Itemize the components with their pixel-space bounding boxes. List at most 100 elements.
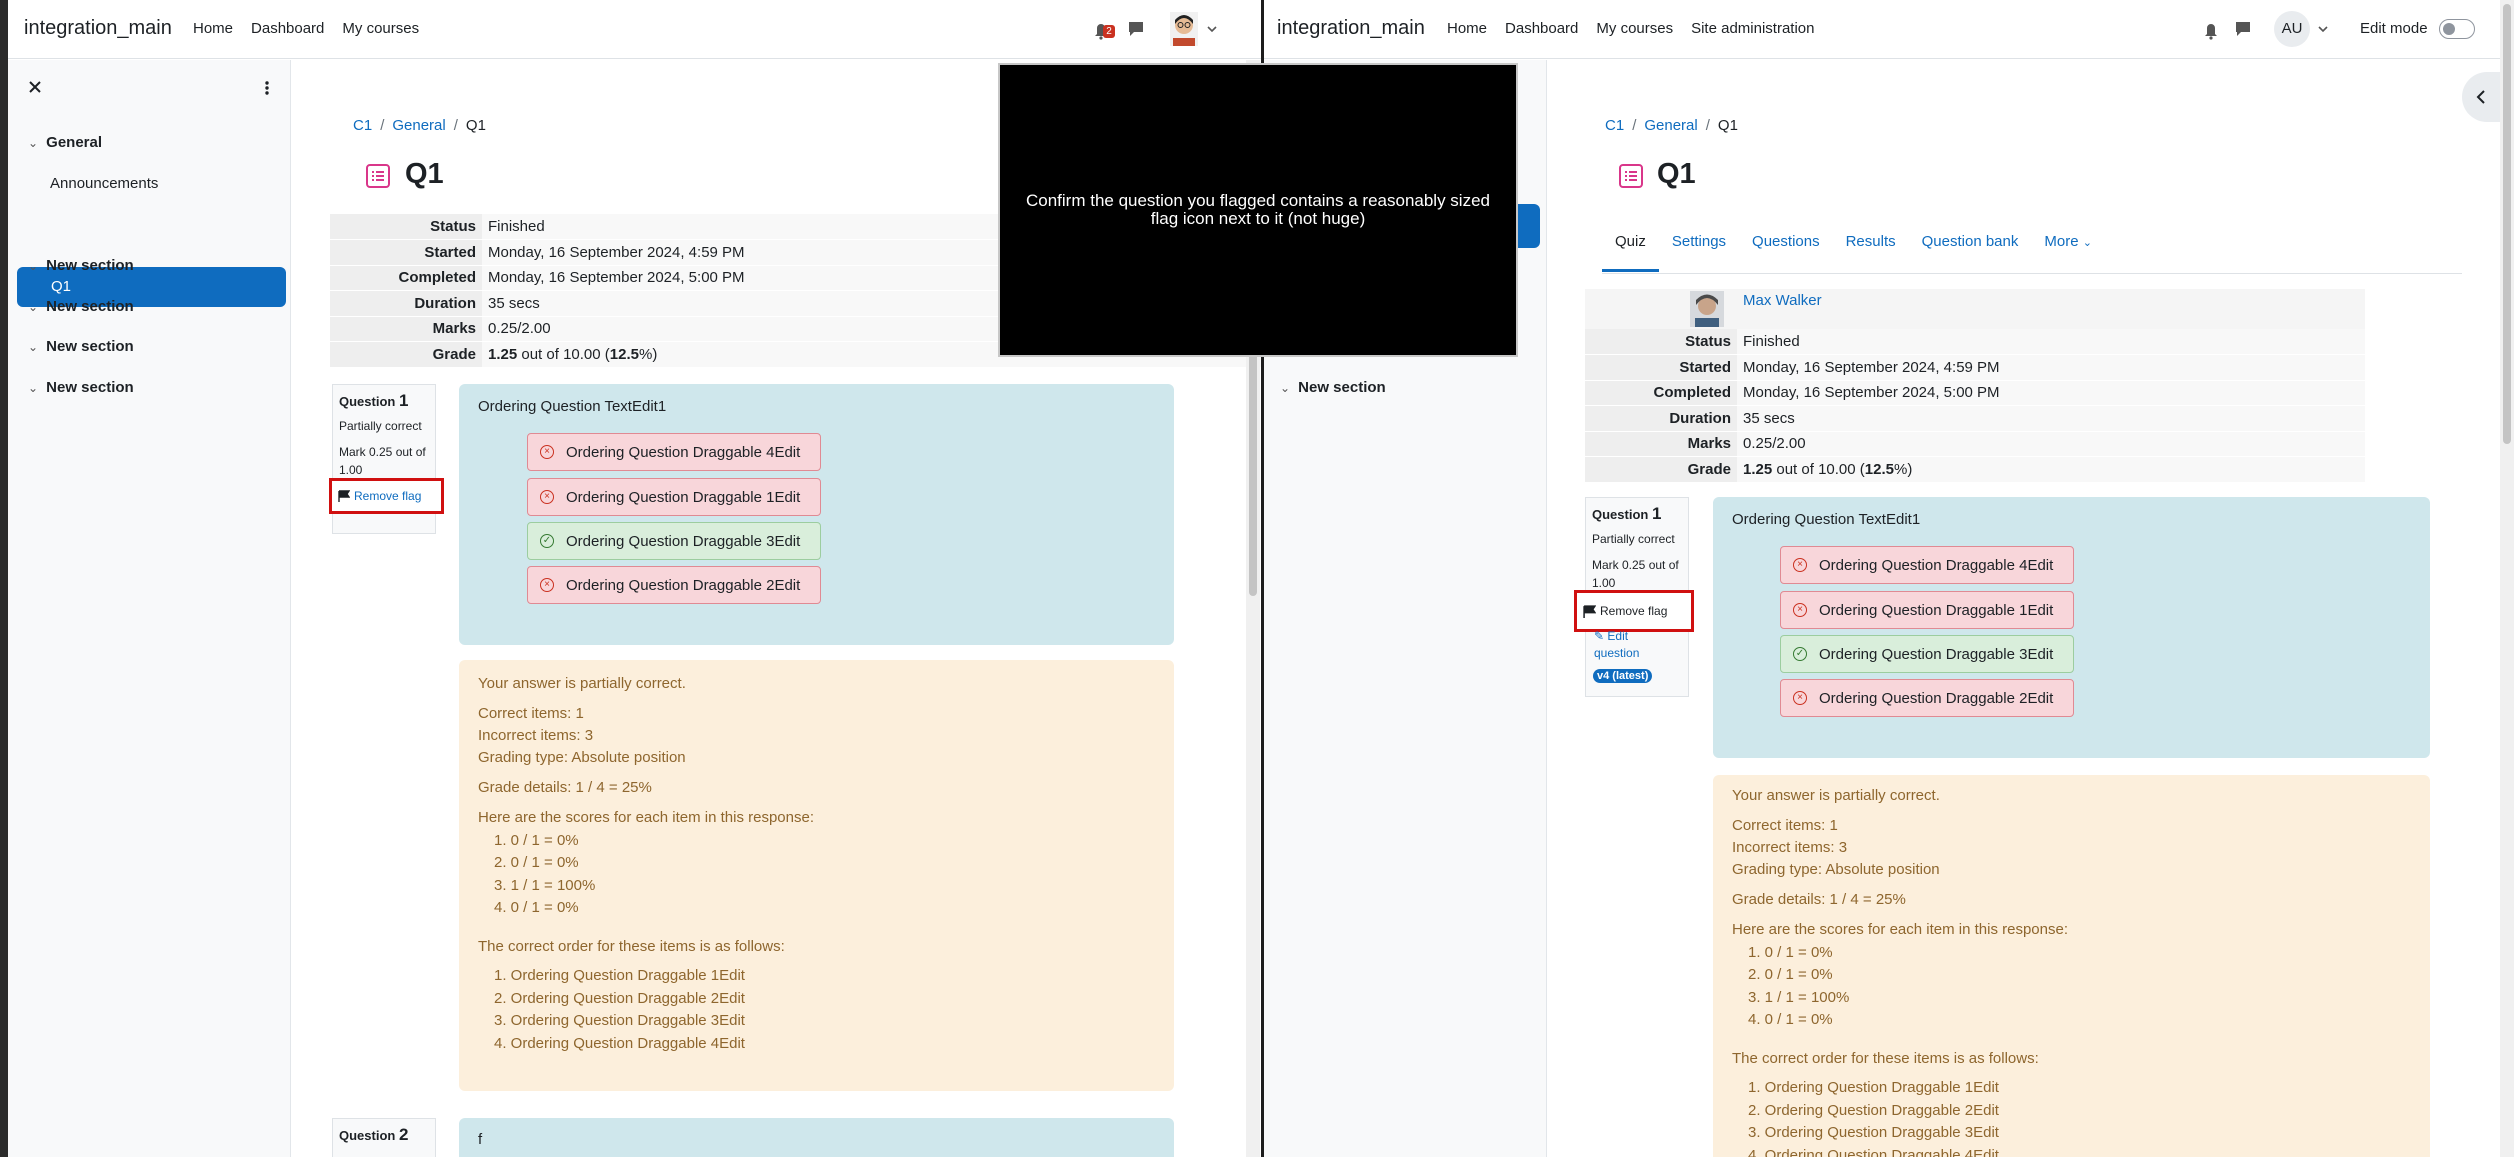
- right-scrollbar-thumb[interactable]: [2503, 4, 2511, 444]
- quiz-secondary-nav: Quiz Settings Questions Results Question…: [1602, 214, 2105, 272]
- flag-icon: [1583, 604, 1596, 618]
- page-title: Q1: [1657, 158, 1696, 190]
- breadcrumb: C1/General / Q1: [353, 117, 486, 134]
- tab-question-bank[interactable]: Question bank: [1909, 214, 2032, 272]
- answer-item: × Ordering Question Draggable 1Edit: [1780, 591, 2074, 629]
- answer-item: × Ordering Question Draggable 4Edit: [527, 433, 821, 471]
- site-brand[interactable]: integration_main: [24, 17, 172, 40]
- tab-questions[interactable]: Questions: [1739, 214, 1833, 272]
- navbar: integration_main Home Dashboard My cours…: [1264, 0, 2500, 59]
- notification-bell-icon[interactable]: [2200, 20, 2222, 40]
- feedback-box: Your answer is partially correct. Correc…: [459, 660, 1174, 1091]
- nav-my-courses[interactable]: My courses: [1596, 20, 1673, 37]
- question-number: Question 1: [1592, 504, 1662, 523]
- drawer-section-new-1[interactable]: ⌄ New section: [28, 257, 134, 274]
- navbar: integration_main Home Dashboard My cours…: [8, 0, 1261, 59]
- feedback-summary: Your answer is partially correct.: [1732, 787, 1940, 804]
- site-brand[interactable]: integration_main: [1277, 17, 1425, 40]
- incorrect-icon: ×: [1793, 558, 1807, 572]
- correct-icon: ✓: [540, 534, 554, 548]
- chevron-down-icon: ⌄: [28, 259, 39, 273]
- edit-question-link[interactable]: ✎ Edit question: [1594, 628, 1664, 662]
- breadcrumb-general[interactable]: General: [1644, 117, 1697, 134]
- user-avatar[interactable]: [1170, 12, 1198, 46]
- chevron-down-icon: ⌄: [28, 340, 39, 354]
- question-mark: Mark 0.25 out of 1.00: [1592, 558, 1679, 590]
- incorrect-icon: ×: [540, 445, 554, 459]
- nav-dashboard[interactable]: Dashboard: [251, 20, 324, 37]
- remove-flag-button[interactable]: Remove flag: [1574, 590, 1694, 632]
- quiz-icon: [1619, 164, 1643, 188]
- pencil-icon: ✎: [1594, 629, 1605, 643]
- question-state: Partially correct: [339, 419, 422, 433]
- chevron-down-icon: ⌄: [28, 381, 39, 395]
- close-drawer-icon[interactable]: [28, 80, 42, 94]
- answer-item: ✓ Ordering Question Draggable 3Edit: [1780, 635, 2074, 673]
- answer-item: × Ordering Question Draggable 1Edit: [527, 478, 821, 516]
- remove-flag-button[interactable]: Remove flag: [329, 478, 444, 514]
- tab-more[interactable]: More ⌄: [2031, 214, 2105, 272]
- tab-settings[interactable]: Settings: [1659, 214, 1739, 272]
- incorrect-icon: ×: [540, 578, 554, 592]
- correct-icon: ✓: [1793, 647, 1807, 661]
- drawer-section-general[interactable]: ⌄ General: [28, 134, 102, 151]
- answer-item: × Ordering Question Draggable 2Edit: [1780, 679, 2074, 717]
- messages-icon[interactable]: [1127, 20, 1145, 38]
- tab-results[interactable]: Results: [1833, 214, 1909, 272]
- breadcrumb-c1[interactable]: C1: [1605, 117, 1624, 134]
- chevron-down-icon: ⌄: [2082, 237, 2092, 249]
- attempt-summary-table: Status Finished Started Monday, 16 Septemb…: [1585, 329, 2365, 483]
- feedback-summary: Your answer is partially correct.: [478, 675, 686, 692]
- incorrect-icon: ×: [540, 490, 554, 504]
- instruction-overlay: Confirm the question you flagged contain…: [998, 63, 1518, 357]
- primary-nav: Home Dashboard My courses: [193, 20, 437, 37]
- user-initials-avatar[interactable]: AU: [2274, 11, 2310, 47]
- nav-home[interactable]: Home: [193, 20, 233, 37]
- question-text: Ordering Question TextEdit1: [1732, 511, 1921, 528]
- chevron-left-icon: [2476, 90, 2485, 104]
- tab-quiz[interactable]: Quiz: [1602, 214, 1659, 272]
- user-name-link[interactable]: Max Walker: [1743, 292, 1822, 309]
- messages-icon[interactable]: [2234, 20, 2252, 38]
- screen-left-edge: [0, 0, 8, 1157]
- chevron-down-icon[interactable]: [2317, 24, 2329, 34]
- breadcrumb: C1/General / Q1: [1605, 117, 1738, 134]
- breadcrumb-c1[interactable]: C1: [353, 117, 372, 134]
- notification-count-badge: 2: [1103, 25, 1115, 38]
- user-picture[interactable]: [1690, 291, 1724, 327]
- chevron-down-icon: ⌄: [1280, 381, 1291, 395]
- nav-site-administration[interactable]: Site administration: [1691, 20, 1814, 37]
- drawer-section-new-2[interactable]: ⌄ New section: [28, 298, 134, 315]
- flag-icon: [338, 490, 350, 502]
- primary-nav: Home Dashboard My courses Site administr…: [1447, 20, 1833, 37]
- question-number: Question 1: [339, 391, 409, 410]
- chevron-down-icon: ⌄: [28, 300, 39, 314]
- answer-item: × Ordering Question Draggable 2Edit: [527, 566, 821, 604]
- drawer-section-new[interactable]: ⌄ New section: [1280, 379, 1386, 396]
- kebab-menu-icon[interactable]: [264, 80, 270, 96]
- drawer-section-new-4[interactable]: ⌄ New section: [28, 379, 134, 396]
- edit-mode-label: Edit mode: [2360, 20, 2428, 37]
- breadcrumb-q1: Q1: [1717, 117, 1738, 134]
- version-badge: v4 (latest): [1593, 669, 1653, 683]
- chevron-down-icon: ⌄: [28, 136, 39, 150]
- feedback-box: Your answer is partially correct. Correc…: [1713, 775, 2430, 1157]
- answer-item: ✓ Ordering Question Draggable 3Edit: [527, 522, 821, 560]
- drawer-section-new-3[interactable]: ⌄ New section: [28, 338, 134, 355]
- tabs-underline: [1602, 273, 2462, 274]
- user-row: Max Walker: [1585, 289, 2365, 329]
- nav-my-courses[interactable]: My courses: [342, 20, 419, 37]
- nav-home[interactable]: Home: [1447, 20, 1487, 37]
- chevron-down-icon[interactable]: [1206, 24, 1218, 34]
- incorrect-icon: ×: [1793, 691, 1807, 705]
- incorrect-icon: ×: [1793, 603, 1807, 617]
- question-mark: Mark 0.25 out of 1.00: [339, 445, 426, 477]
- nav-dashboard[interactable]: Dashboard: [1505, 20, 1578, 37]
- right-scrollbar[interactable]: [2500, 0, 2514, 1157]
- edit-mode-toggle[interactable]: [2439, 19, 2475, 39]
- breadcrumb-general[interactable]: General: [392, 117, 445, 134]
- answer-item: × Ordering Question Draggable 4Edit: [1780, 546, 2074, 584]
- breadcrumb-q1: Q1: [465, 117, 486, 134]
- drawer-item-announcements[interactable]: Announcements: [50, 175, 158, 192]
- question-2-formulation: f: [459, 1118, 1174, 1157]
